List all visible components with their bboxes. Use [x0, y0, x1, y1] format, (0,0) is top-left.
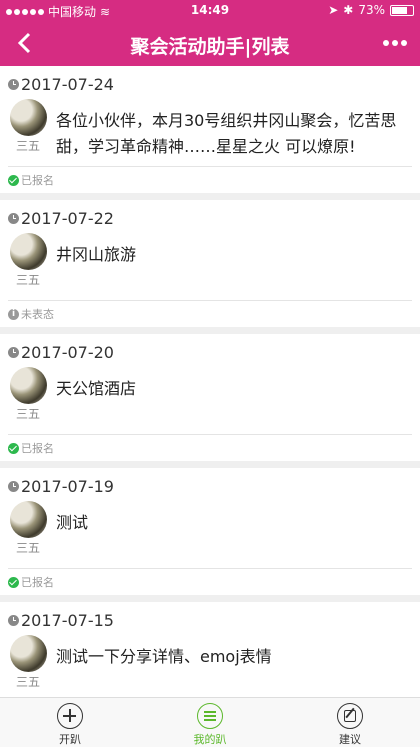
- author-name: 三五: [15, 675, 40, 689]
- edit-icon: [337, 703, 363, 729]
- status-bar: 中国移动 ≋ 14:49 ➤ ✱ 73%: [0, 0, 420, 21]
- event-date: 2017-07-19: [21, 477, 114, 496]
- clock-icon: [8, 347, 19, 358]
- tab-label: 我的趴: [193, 733, 227, 746]
- author-name: 三五: [15, 139, 40, 153]
- event-text: 测试一下分享详情、emoj表情: [56, 647, 272, 666]
- event-status: 已报名: [21, 576, 54, 589]
- avatar: [9, 635, 47, 672]
- more-button[interactable]: [380, 31, 410, 55]
- author-name: 三五: [15, 541, 40, 555]
- info-icon: i: [8, 308, 19, 320]
- avatar: [9, 233, 47, 270]
- event-card[interactable]: 2017-07-19 三五 测试 已报名: [0, 468, 420, 595]
- check-icon: [8, 442, 19, 454]
- avatar: [9, 367, 47, 404]
- check-icon: [8, 576, 19, 588]
- bluetooth-icon: ✱: [343, 3, 354, 17]
- event-card[interactable]: 2017-07-22 三五 井冈山旅游 i 未表态: [0, 200, 420, 327]
- event-date: 2017-07-20: [21, 343, 114, 362]
- location-icon: ➤: [328, 3, 339, 17]
- event-card[interactable]: 2017-07-24 三五 各位小伙伴，本月30号组织井冈山聚会，忆苦思甜，学习…: [0, 66, 420, 193]
- event-date: 2017-07-15: [21, 611, 114, 630]
- page-title: 聚会活动助手|列表: [130, 36, 290, 58]
- event-text: 测试: [56, 513, 89, 532]
- event-date: 2017-07-24: [21, 75, 114, 94]
- event-text: 各位小伙伴，本月30号组织井冈山聚会，忆苦思甜，学习革命精神……星星之火 可以燎…: [56, 111, 397, 156]
- plus-icon: [57, 703, 83, 729]
- check-icon: [8, 174, 19, 186]
- event-card[interactable]: 2017-07-20 三五 天公馆酒店 已报名: [0, 334, 420, 461]
- tab-label: 开趴: [59, 733, 81, 746]
- author-name: 三五: [15, 273, 40, 287]
- avatar: [9, 99, 47, 136]
- event-status: 已报名: [21, 442, 54, 455]
- clock-icon: [8, 481, 19, 492]
- event-text: 井冈山旅游: [56, 245, 137, 264]
- battery-percent: 73%: [358, 3, 385, 17]
- event-status: 未表态: [21, 308, 54, 321]
- event-status: 已报名: [21, 174, 54, 187]
- list-icon: [197, 703, 223, 729]
- tab-my-parties[interactable]: 我的趴: [140, 698, 280, 747]
- tab-label: 建议: [339, 733, 361, 746]
- battery-icon: [390, 4, 414, 16]
- tab-suggestions[interactable]: 建议: [280, 698, 420, 747]
- nav-bar: 聚会活动助手|列表: [0, 21, 420, 66]
- event-text: 天公馆酒店: [56, 379, 137, 398]
- tab-bar: 开趴 我的趴 建议: [0, 697, 420, 747]
- event-card[interactable]: 2017-07-15 三五 测试一下分享详情、emoj表情: [0, 602, 420, 697]
- event-date: 2017-07-22: [21, 209, 114, 228]
- author-name: 三五: [15, 407, 40, 421]
- clock-icon: [8, 615, 19, 626]
- event-list: 2017-07-24 三五 各位小伙伴，本月30号组织井冈山聚会，忆苦思甜，学习…: [0, 66, 420, 697]
- clock-icon: [8, 213, 19, 224]
- clock-icon: [8, 79, 19, 90]
- tab-create-party[interactable]: 开趴: [0, 698, 140, 747]
- avatar: [9, 501, 47, 538]
